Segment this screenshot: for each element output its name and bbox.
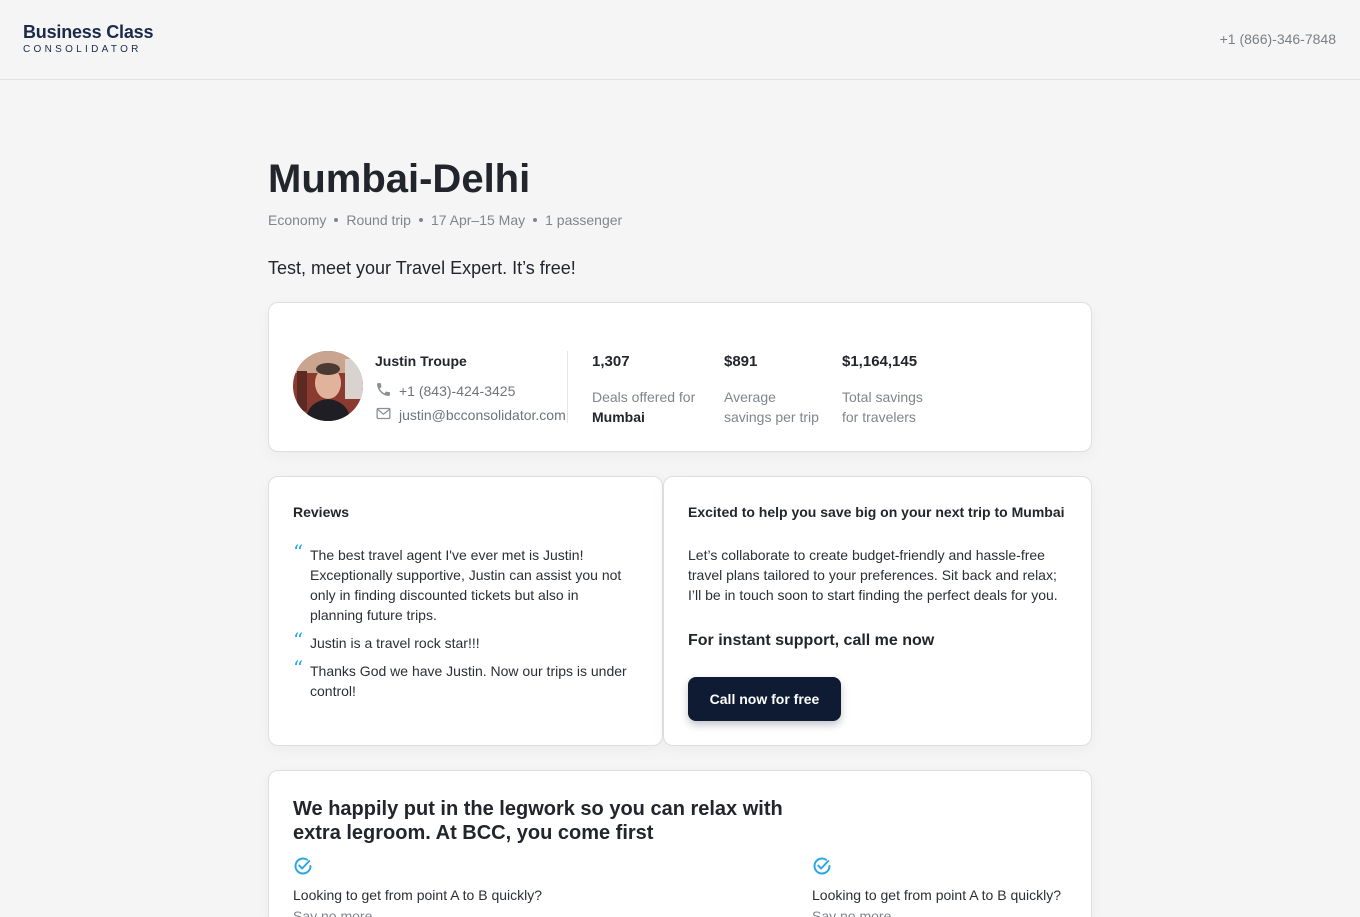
logo-sub-text: CONSOLIDATOR xyxy=(23,44,142,55)
feature-question: Looking to get from point A to B quickly… xyxy=(812,887,1062,903)
trip-meta: Economy Round trip 17 Apr–15 May 1 passe… xyxy=(268,212,622,228)
meta-separator xyxy=(533,218,538,222)
legwork-title: We happily put in the legwork so you can… xyxy=(293,798,783,844)
stat-deals: 1,307 Deals offered for Mumbai xyxy=(592,353,695,427)
stat-value: 1,307 xyxy=(592,353,630,370)
review-text: Thanks God we have Justin. Now our trips… xyxy=(310,663,627,699)
trip-dates: 17 Apr–15 May xyxy=(430,212,526,228)
help-body: Let’s collaborate to create budget-frien… xyxy=(688,547,1058,603)
stat-average-savings: $891 Average savings per trip xyxy=(724,353,819,427)
stat-total-savings: $1,164,145 Total savings for travelers xyxy=(842,353,923,427)
review-item: “ The best travel agent I've ever met is… xyxy=(293,540,633,625)
intro-text: Test, meet your Travel Expert. It’s free… xyxy=(268,258,576,278)
stat-label-city: Mumbai xyxy=(592,409,645,425)
trip-class: Economy xyxy=(268,212,327,228)
feature-answer: Say no more xyxy=(293,908,373,917)
stat-label: Deals offered for Mumbai xyxy=(592,387,695,427)
page-title: Mumbai-Delhi xyxy=(268,157,531,201)
feature-item: Looking to get from point A to B quickly… xyxy=(293,856,542,917)
review-text: The best travel agent I've ever met is J… xyxy=(310,547,622,623)
agent-phone[interactable]: +1 (843)-424-3425 xyxy=(375,381,515,401)
help-card: Excited to help you save big on your nex… xyxy=(663,476,1092,746)
stat-label-line: Total savings xyxy=(842,389,923,405)
logo-main-text: Business Class xyxy=(23,22,154,42)
feature-answer: Say no more xyxy=(812,908,892,917)
reviews-card: Reviews “ The best travel agent I've eve… xyxy=(268,476,663,746)
review-text: Justin is a travel rock star!!! xyxy=(310,635,480,651)
check-circle-icon xyxy=(293,857,313,880)
phone-icon xyxy=(375,381,399,401)
feature-item: Looking to get from point A to B quickly… xyxy=(812,856,1061,917)
stat-label-line: Deals offered for xyxy=(592,389,696,405)
quote-icon: “ xyxy=(293,656,304,680)
reviews-heading: Reviews xyxy=(293,504,350,520)
legwork-card: We happily put in the legwork so you can… xyxy=(268,770,1092,917)
agent-email-text: justin@bcconsolidator.com xyxy=(399,407,566,423)
review-item: “ Justin is a travel rock star!!! xyxy=(293,628,633,653)
feature-question: Looking to get from point A to B quickly… xyxy=(293,887,543,903)
stat-label-line: for travelers xyxy=(842,409,916,425)
stat-label-line: savings per trip xyxy=(724,409,819,425)
logo[interactable]: Business Class CONSOLIDATOR xyxy=(23,22,153,56)
stat-label: Total savings for travelers xyxy=(842,387,923,427)
meta-separator xyxy=(418,218,423,222)
call-now-button[interactable]: Call now for free xyxy=(688,677,841,721)
stat-value: $1,164,145 xyxy=(842,353,918,370)
help-heading: Excited to help you save big on your nex… xyxy=(688,504,1065,520)
trip-passengers: 1 passenger xyxy=(545,212,623,228)
meta-separator xyxy=(334,218,339,222)
agent-name: Justin Troupe xyxy=(375,353,467,369)
stat-label-line: Average xyxy=(724,389,776,405)
stat-value: $891 xyxy=(724,353,758,370)
help-subheading: For instant support, call me now xyxy=(688,632,935,649)
agent-email[interactable]: justin@bcconsolidator.com xyxy=(375,405,566,425)
review-item: “ Thanks God we have Justin. Now our tri… xyxy=(293,656,633,701)
stat-label: Average savings per trip xyxy=(724,387,819,427)
reviews-list: “ The best travel agent I've ever met is… xyxy=(293,540,633,709)
quote-icon: “ xyxy=(293,628,304,652)
top-bar: Business Class CONSOLIDATOR +1 (866)-346… xyxy=(0,0,1360,80)
travel-expert-card: Justin Troupe +1 (843)-424-3425 justin@b… xyxy=(268,302,1092,452)
divider xyxy=(567,351,568,423)
check-circle-icon xyxy=(812,857,832,880)
quote-icon: “ xyxy=(293,540,304,564)
trip-type: Round trip xyxy=(346,212,411,228)
mail-icon xyxy=(375,405,399,425)
avatar xyxy=(293,351,363,421)
agent-phone-text: +1 (843)-424-3425 xyxy=(399,383,516,399)
header-phone-link[interactable]: +1 (866)-346-7848 xyxy=(1220,31,1336,47)
